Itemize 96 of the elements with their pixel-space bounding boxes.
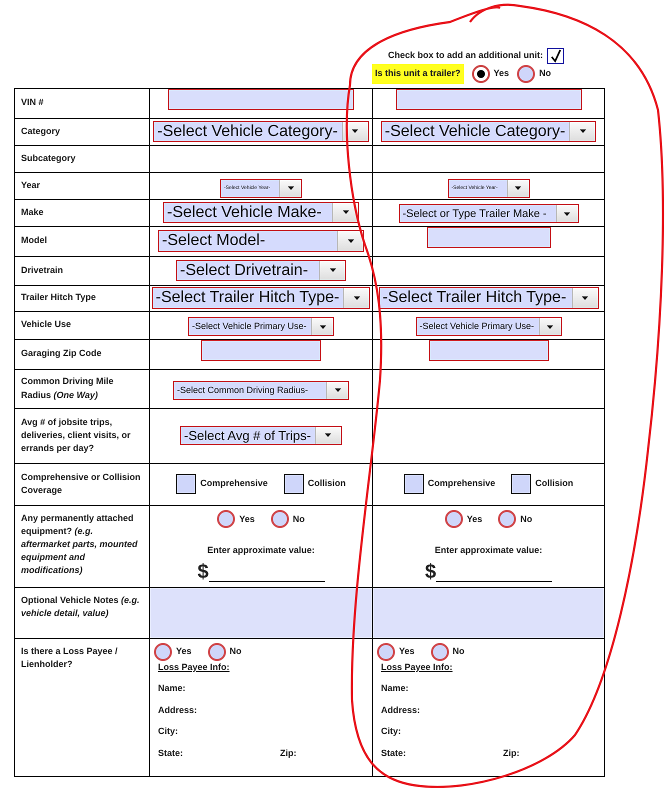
field-label: Name: <box>158 682 186 695</box>
option-label: Comprehensive <box>428 477 496 490</box>
info-heading: Loss Payee Info: <box>157 660 231 674</box>
option-label: No <box>452 644 465 658</box>
option-label: Yes <box>176 644 192 658</box>
row-label: Garaging Zip Code <box>21 348 102 358</box>
radio-button[interactable] <box>208 642 226 660</box>
option-label: Yes <box>466 512 482 526</box>
row-label: Any permanently attached equipment? (e.g. aftermarket parts, mounted equipment and modifications) <box>21 512 138 575</box>
row-label: Subcategory <box>21 152 76 163</box>
notes-field[interactable] <box>150 587 372 638</box>
value-label: Enter approximate value: <box>207 544 315 558</box>
caret-icon <box>546 324 554 329</box>
caret-icon <box>346 238 354 244</box>
radio-button[interactable] <box>498 510 516 528</box>
radio-button[interactable] <box>517 64 536 83</box>
option-label: No <box>539 67 552 80</box>
row-label: VIN # <box>21 97 44 108</box>
input-field[interactable] <box>428 340 548 360</box>
caret-icon <box>563 212 571 216</box>
dropdown[interactable]: -Select Trailer Hitch Type- <box>378 287 598 309</box>
row-label: Common Driving Mile Radius (One Way) <box>21 376 114 400</box>
checkbox[interactable] <box>284 474 304 494</box>
dropdown[interactable]: -Select Trailer Hitch Type- <box>152 287 370 309</box>
radio-button[interactable] <box>472 64 490 83</box>
row-label: Make <box>21 206 44 217</box>
row-label: Year <box>21 180 40 190</box>
field-label: Address: <box>381 704 420 716</box>
field-label: State: <box>158 746 184 760</box>
dropdown[interactable]: -Select Vehicle Category- <box>153 120 369 142</box>
radio-button[interactable] <box>444 510 463 528</box>
field-label: Address: <box>158 704 198 716</box>
radio-button[interactable] <box>154 642 172 660</box>
row-label: Comprehensive or Collision Coverage <box>21 472 141 495</box>
field-label: Zip: <box>280 746 296 760</box>
input-field[interactable] <box>396 88 582 110</box>
field-label: Name: <box>381 682 409 695</box>
option-label: Collision <box>535 477 574 490</box>
option-label: Collision <box>308 477 346 490</box>
option-label: Yes <box>494 67 510 80</box>
dropdown[interactable]: -Select Avg # of Trips- <box>180 426 342 445</box>
add-unit-label: Check box to add an additional unit: <box>388 49 544 62</box>
field-label: State: <box>381 746 408 760</box>
option-label: No <box>230 644 242 658</box>
caret-icon <box>514 186 522 191</box>
dropdown[interactable]: -Select Common Driving Radius- <box>173 380 349 400</box>
row-label: Trailer Hitch Type <box>21 292 96 302</box>
row-label: Drivetrain <box>21 264 64 275</box>
radio-button[interactable] <box>377 642 395 660</box>
caret-icon <box>351 129 360 134</box>
radio-button[interactable] <box>270 510 289 528</box>
caret-icon <box>352 296 361 300</box>
dropdown[interactable]: -Select Vehicle Primary Use- <box>416 317 562 336</box>
checkbox[interactable] <box>511 474 532 494</box>
row-label: Avg # of jobsite trips, deliveries, client visits, or errands per day? <box>21 416 131 454</box>
input-field[interactable] <box>426 226 550 248</box>
field-label: City: <box>381 725 401 738</box>
notes-field[interactable] <box>372 587 604 638</box>
field-label: City: <box>158 725 178 738</box>
dropdown[interactable]: -Select Vehicle Primary Use- <box>188 317 334 336</box>
row-label: Vehicle Use <box>21 319 72 330</box>
row-label: Category <box>21 126 60 136</box>
currency-sign: $ <box>424 562 436 582</box>
checkbox[interactable] <box>176 474 196 494</box>
dropdown[interactable]: -Select Drivetrain- <box>176 260 346 282</box>
caret-icon <box>334 388 342 392</box>
row-label: Model <box>21 235 47 246</box>
caret-icon <box>578 129 587 134</box>
currency-sign: $ <box>197 562 209 582</box>
info-heading: Loss Payee Info: <box>380 660 454 674</box>
dropdown[interactable]: -Select or Type Trailer Make - <box>398 204 578 224</box>
option-label: No <box>292 512 305 526</box>
caret-icon <box>328 268 336 273</box>
radio-button[interactable] <box>217 510 236 528</box>
dropdown[interactable]: -Select Model- <box>158 230 364 252</box>
checkbox[interactable] <box>404 474 424 494</box>
caret-icon <box>318 324 326 329</box>
dropdown[interactable]: -Select Vehicle Make- <box>163 202 359 224</box>
field-label: Zip: <box>503 746 520 760</box>
input-field[interactable] <box>168 88 354 110</box>
input-field[interactable] <box>201 340 321 360</box>
checkbox[interactable] <box>547 48 564 64</box>
value-label: Enter approximate value: <box>434 544 542 558</box>
row-label: Optional Vehicle Notes (e.g. vehicle detail, value) <box>21 594 140 618</box>
caret-icon <box>581 296 589 300</box>
row-label: Is there a Loss Payee / Lienholder? <box>21 646 118 669</box>
caret-icon <box>342 210 350 215</box>
option-label: Yes <box>239 512 255 526</box>
caret-icon <box>324 433 332 438</box>
option-label: Yes <box>399 644 415 658</box>
caret-icon <box>286 186 294 191</box>
trailer-question: Is this unit a trailer? <box>372 64 464 84</box>
radio-button[interactable] <box>430 642 449 660</box>
option-label: No <box>520 512 532 526</box>
dropdown[interactable]: -Select Vehicle Category- <box>380 120 596 142</box>
option-label: Comprehensive <box>200 477 268 490</box>
